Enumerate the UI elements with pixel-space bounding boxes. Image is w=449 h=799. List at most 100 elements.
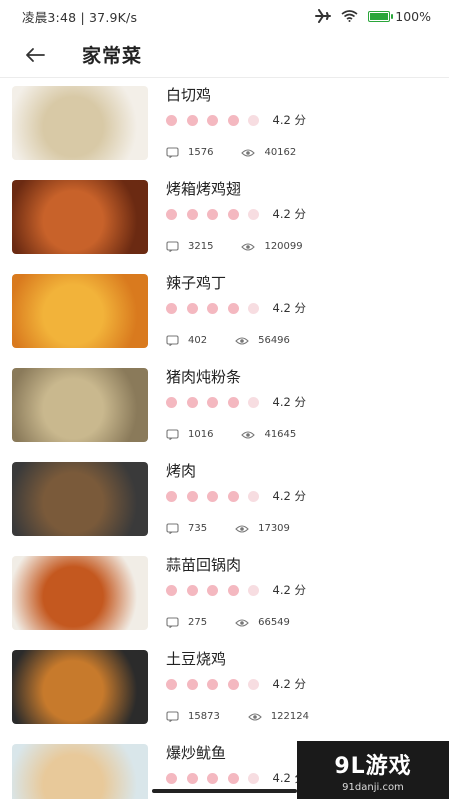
rating-score: 4.2 分 (272, 489, 306, 503)
page-title: 家常菜 (82, 45, 143, 67)
favorites-stat: 15873 (166, 711, 220, 722)
favorites-stat: 1016 (166, 429, 213, 440)
favorites-stat: 402 (166, 335, 207, 346)
views-count: 41645 (264, 429, 297, 440)
recipe-name: 土豆烧鸡 (166, 650, 227, 668)
rating-dot (227, 772, 239, 784)
rating-dot (248, 302, 259, 314)
eye-icon (241, 148, 256, 157)
rating-dot (248, 678, 259, 690)
eye-icon (241, 430, 256, 439)
rating-dot (227, 208, 239, 220)
rating-score: 4.2 分 (272, 113, 306, 127)
home-indicator[interactable] (152, 789, 297, 793)
eye-icon (235, 524, 249, 533)
recipe-item[interactable]: 烤箱烤鸡翅 4.2 分 3215 120099 (12, 180, 437, 274)
rating-dot (166, 772, 177, 784)
recipe-name: 猪肉炖粉条 (166, 368, 242, 386)
favorites-count: 1016 (188, 429, 214, 440)
rating-score: 4.2 分 (272, 207, 306, 221)
eye-icon (235, 618, 249, 627)
favorites-count: 15873 (188, 711, 220, 722)
rating-dot (227, 584, 239, 596)
rating-score: 4.2 分 (272, 395, 306, 409)
recipe-name: 烤箱烤鸡翅 (166, 180, 242, 198)
rating-score: 4.2 分 (272, 583, 306, 597)
recipe-name: 烤肉 (166, 462, 197, 480)
recipe-item[interactable]: 辣子鸡丁 4.2 分 402 56496 (12, 274, 437, 368)
views-count: 40162 (264, 147, 297, 158)
rating-dot (227, 302, 239, 314)
recipe-item[interactable]: 烤肉 4.2 分 735 17309 (12, 462, 437, 556)
rating-dot (227, 396, 239, 408)
battery-indicator: 100% (368, 9, 431, 24)
rating-dot (186, 490, 198, 502)
rating-dot (248, 490, 259, 502)
rating-dot (248, 396, 259, 408)
favorite-icon (166, 523, 179, 534)
rating-dot (186, 302, 198, 314)
recipe-info: 烤肉 4.2 分 735 17309 (166, 462, 437, 556)
recipe-stats: 735 17309 (166, 523, 290, 534)
squid-image (12, 744, 148, 799)
recipe-stats: 3215 120099 (166, 241, 303, 252)
battery-icon (368, 10, 394, 22)
rating-dot (248, 584, 259, 596)
rating-dot (207, 678, 218, 690)
favorites-count: 402 (188, 335, 208, 346)
battery-percent: 100% (395, 8, 431, 24)
favorite-icon (166, 429, 179, 440)
views-count: 56496 (258, 335, 290, 346)
rating-dot (186, 772, 198, 784)
rating-dot (207, 114, 218, 126)
recipe-name: 辣子鸡丁 (166, 274, 227, 292)
back-arrow-icon (26, 47, 45, 62)
recipe-item[interactable]: 蒜苗回锅肉 4.2 分 275 66549 (12, 556, 437, 650)
views-stat: 120099 (241, 241, 303, 252)
favorite-icon (166, 617, 179, 628)
recipe-stats: 1576 40162 (166, 147, 296, 158)
recipe-stats: 1016 41645 (166, 429, 296, 440)
recipe-info: 蒜苗回锅肉 4.2 分 275 66549 (166, 556, 437, 650)
views-stat: 56496 (235, 335, 290, 346)
recipe-name: 白切鸡 (166, 86, 212, 104)
pork-noodles-image (12, 368, 148, 442)
watermark-title: 9L游戏 (334, 753, 412, 779)
favorites-count: 275 (188, 617, 208, 628)
favorites-stat: 1576 (166, 147, 213, 158)
recipe-info: 辣子鸡丁 4.2 分 402 56496 (166, 274, 437, 368)
rating-dot (248, 114, 259, 126)
views-stat: 17309 (235, 523, 290, 534)
rating-dot (227, 114, 239, 126)
rating-dot (227, 490, 239, 502)
recipe-stats: 15873 122124 (166, 711, 309, 722)
recipe-item[interactable]: 猪肉炖粉条 4.2 分 1016 41645 (12, 368, 437, 462)
recipe-stats: 275 66549 (166, 617, 290, 628)
watermark-logo: 9L游戏 91danji.com (297, 741, 449, 799)
airplane-icon (315, 9, 332, 23)
recipe-list: 白切鸡 4.2 分 1576 40162 烤箱烤鸡翅 4.2 分 3215 120099 辣子鸡… (12, 86, 437, 799)
rating-dot (166, 584, 177, 596)
spicy-chicken-image (12, 274, 148, 348)
rating-dot (186, 396, 198, 408)
favorite-icon (166, 711, 179, 722)
recipe-name: 蒜苗回锅肉 (166, 556, 242, 574)
rating-dot (166, 678, 177, 690)
rating-dot (166, 208, 177, 220)
wifi-icon (341, 10, 358, 22)
recipe-item[interactable]: 土豆烧鸡 4.2 分 15873 122124 (12, 650, 437, 744)
views-stat: 122124 (248, 711, 309, 722)
rating-dot (166, 490, 177, 502)
back-button[interactable] (12, 32, 58, 78)
recipe-info: 猪肉炖粉条 4.2 分 1016 41645 (166, 368, 437, 462)
recipe-item[interactable]: 白切鸡 4.2 分 1576 40162 (12, 86, 437, 180)
views-stat: 41645 (241, 429, 296, 440)
rating-dot (207, 208, 218, 220)
views-count: 66549 (258, 617, 290, 628)
views-stat: 66549 (235, 617, 290, 628)
rating-score: 4.2 分 (272, 677, 306, 691)
watermark-url: 91danji.com (342, 781, 404, 793)
rating-dot (227, 678, 239, 690)
rating-dots: 4.2 分 (166, 677, 437, 691)
rating-dot (207, 772, 218, 784)
